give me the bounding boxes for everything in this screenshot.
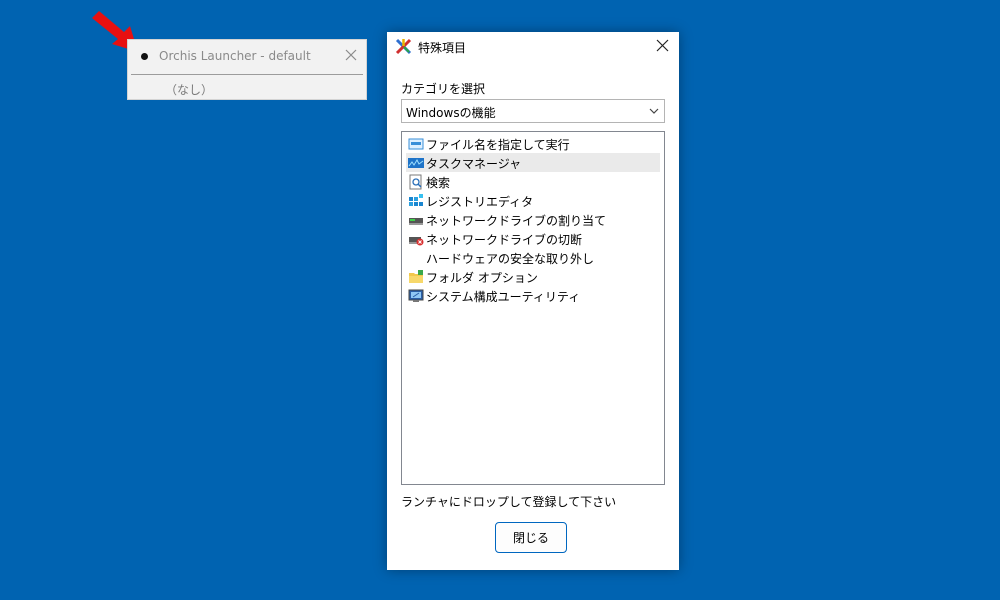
list-item-label: レジストリエディタ — [426, 195, 534, 209]
list-item-label: ファイル名を指定して実行 — [426, 138, 570, 152]
app-logo-icon — [395, 38, 412, 55]
list-item-label: ハードウェアの安全な取り外し — [426, 252, 595, 266]
special-items-dialog: 特殊項目 カテゴリを選択 Windowsの機能 ファイル名を指定して実行 タスク… — [387, 32, 679, 570]
dialog-close-icon[interactable] — [656, 39, 669, 52]
folder-options-icon — [409, 270, 423, 283]
launcher-close-icon[interactable] — [344, 48, 358, 62]
category-select-value: Windowsの機能 — [406, 106, 496, 120]
list-item-run[interactable]: ファイル名を指定して実行 — [406, 134, 660, 153]
list-item-map-network-drive[interactable]: ネットワークドライブの割り当て — [406, 210, 660, 229]
map-network-drive-icon — [409, 218, 423, 225]
search-icon — [409, 174, 422, 190]
launcher-window[interactable]: Orchis Launcher - default （なし） — [127, 39, 367, 100]
launcher-separator — [131, 74, 363, 75]
list-item-folder-options[interactable]: フォルダ オプション — [406, 267, 660, 286]
list-item-safely-remove-hardware[interactable]: ハードウェアの安全な取り外し — [406, 248, 660, 267]
run-dialog-icon — [408, 138, 424, 150]
launcher-title: Orchis Launcher - default — [159, 49, 311, 63]
list-item-label: ネットワークドライブの切断 — [426, 233, 583, 247]
list-item-label: ネットワークドライブの割り当て — [426, 214, 607, 228]
disconnect-network-drive-icon — [409, 237, 424, 246]
chevron-down-icon — [649, 108, 659, 114]
list-item-disconnect-network-drive[interactable]: ネットワークドライブの切断 — [406, 229, 660, 248]
list-item-system-config[interactable]: システム構成ユーティリティ — [406, 286, 660, 305]
category-label: カテゴリを選択 — [401, 82, 486, 96]
list-item-search[interactable]: 検索 — [406, 172, 660, 191]
list-item-task-manager[interactable]: タスクマネージャ — [406, 153, 660, 172]
list-item-label: タスクマネージャ — [426, 157, 522, 171]
dialog-title-bar[interactable]: 特殊項目 — [387, 32, 679, 60]
list-item-label: フォルダ オプション — [426, 271, 538, 285]
dialog-title: 特殊項目 — [418, 41, 467, 55]
drop-hint-text: ランチャにドロップして登録して下さい — [401, 495, 617, 509]
special-items-list[interactable]: ファイル名を指定して実行 タスクマネージャ 検索 レジストリエディタ ネットワー… — [401, 131, 665, 485]
task-manager-icon — [408, 158, 424, 168]
list-item-label: システム構成ユーティリティ — [426, 290, 581, 304]
launcher-dot-icon — [141, 53, 148, 60]
list-item-registry[interactable]: レジストリエディタ — [406, 191, 660, 210]
system-config-icon — [408, 289, 424, 302]
registry-editor-icon — [409, 194, 423, 206]
list-item-label: 検索 — [426, 176, 451, 190]
close-button[interactable]: 閉じる — [495, 522, 567, 553]
launcher-title-bar[interactable]: Orchis Launcher - default — [128, 40, 366, 74]
launcher-empty-label: （なし） — [165, 83, 214, 97]
category-select[interactable]: Windowsの機能 — [401, 99, 665, 123]
